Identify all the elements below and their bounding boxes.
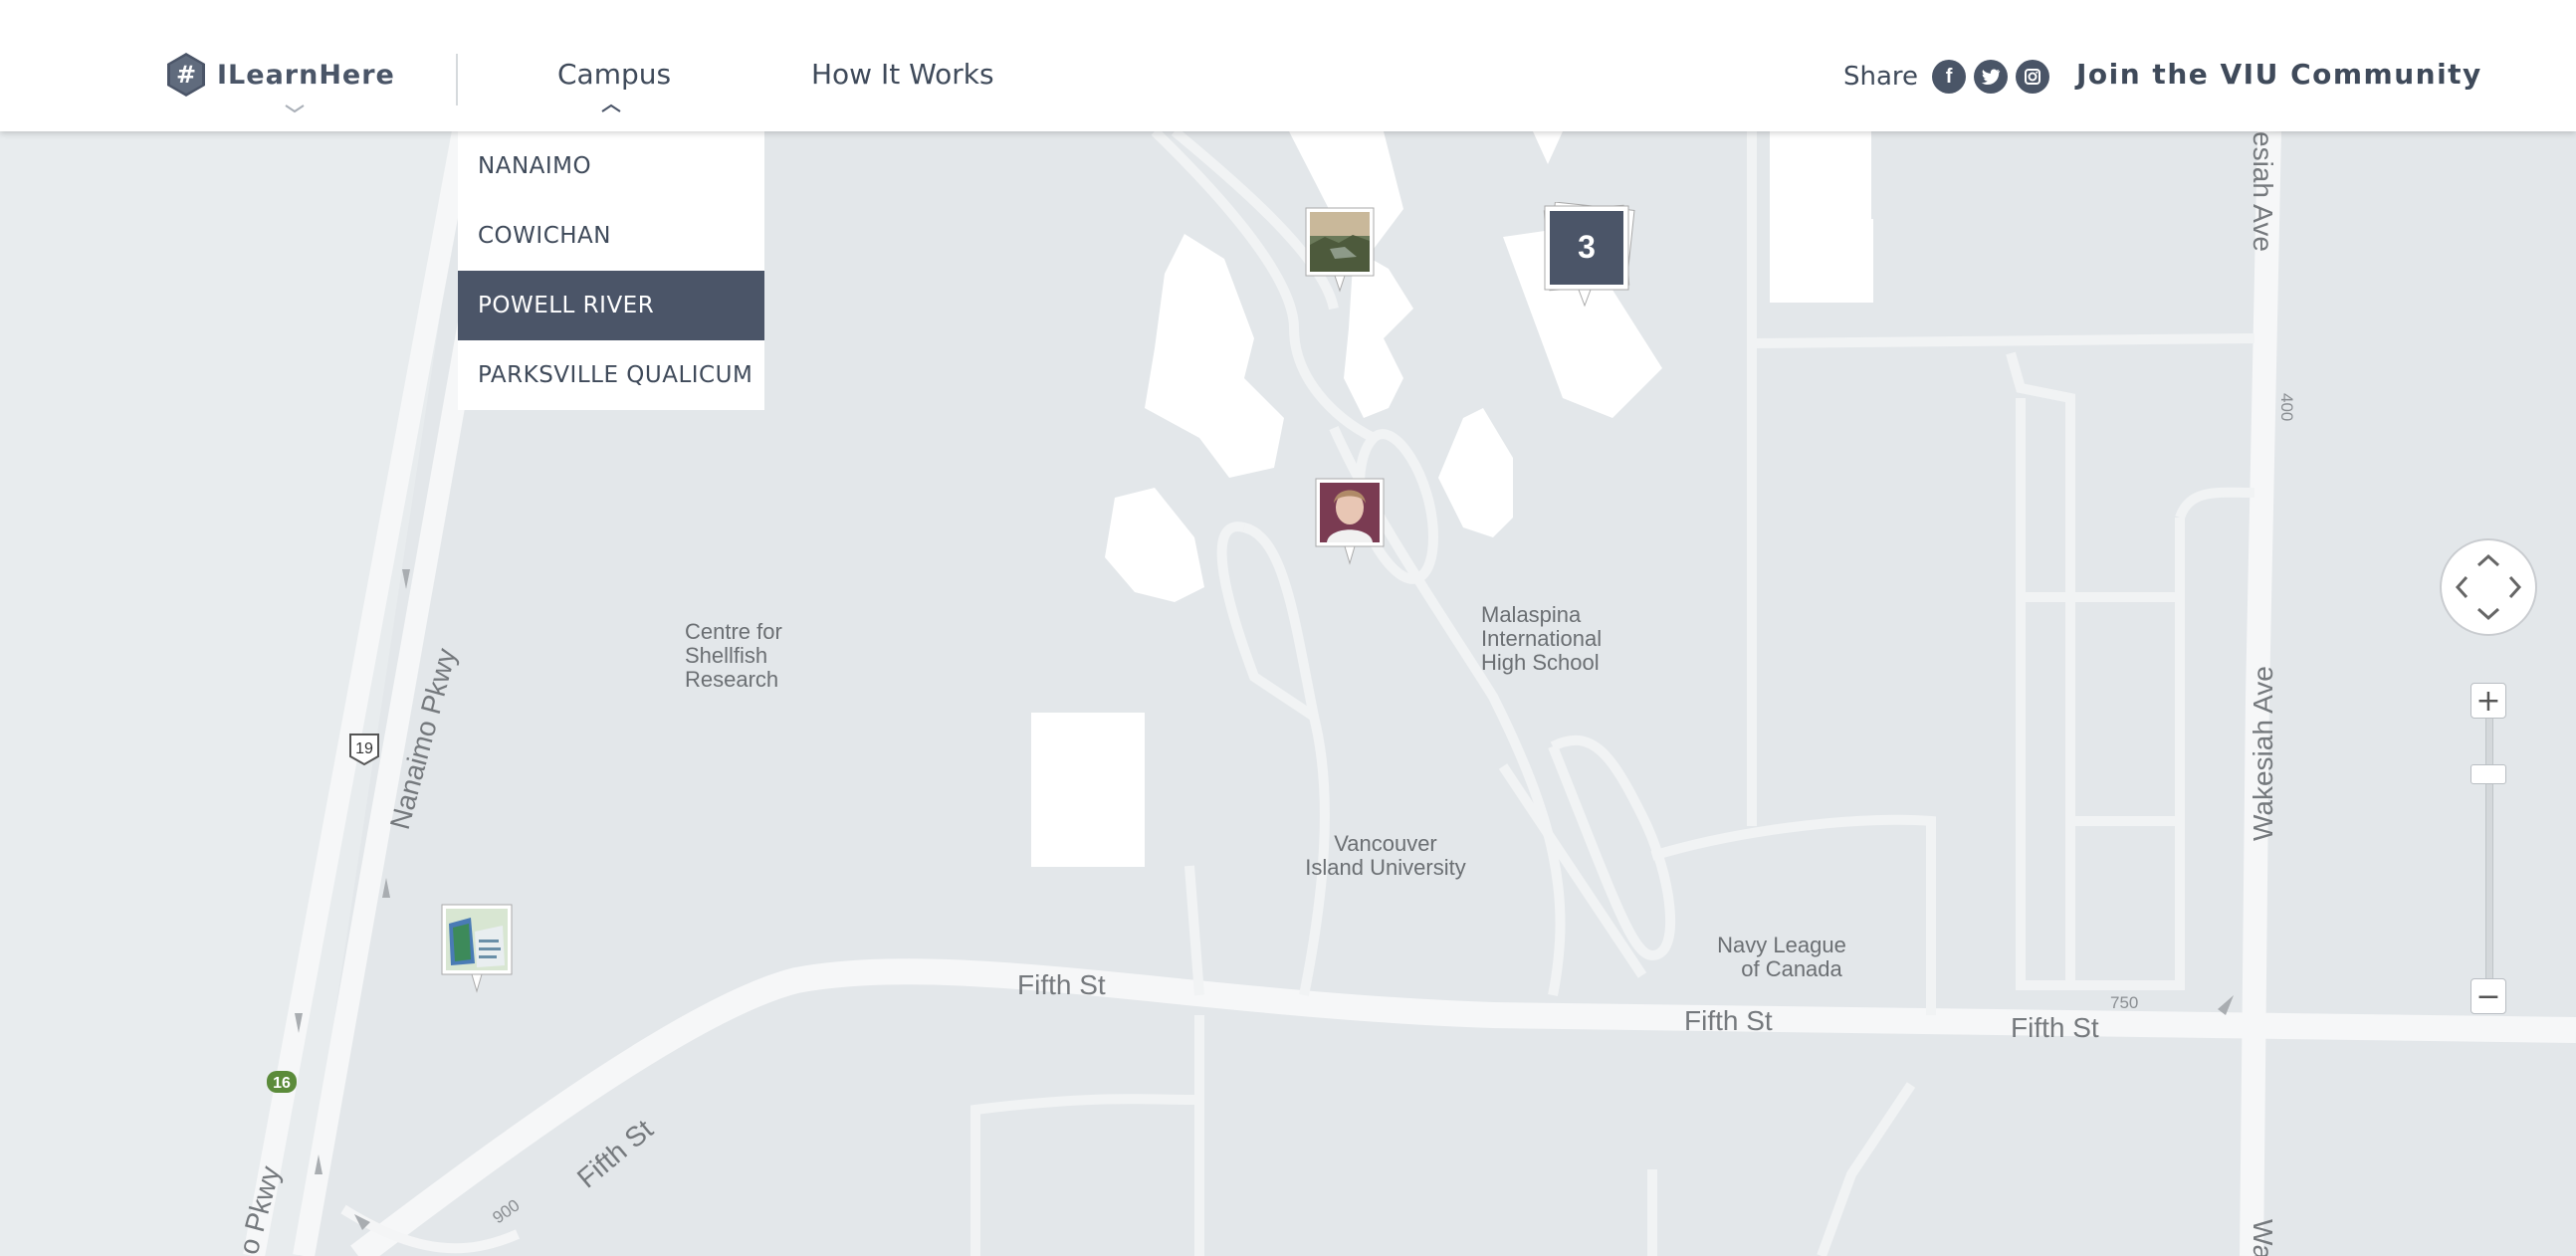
zoom-in-button[interactable]: + [2470, 683, 2506, 719]
map-label-centre-shellfish-2: Shellfish [685, 643, 767, 668]
map-label-malaspina: Malaspina [1481, 602, 1582, 627]
address-label-400: 400 [2277, 393, 2296, 421]
share-group: Share f [1843, 60, 2050, 94]
map-label-centre-shellfish: Centre for [685, 619, 782, 644]
map-label-malaspina-2: International [1481, 626, 1602, 651]
share-label: Share [1843, 62, 1919, 92]
photo-pin-landscape[interactable] [1305, 207, 1375, 298]
cluster-count: 3 [1578, 229, 1596, 265]
map-label-viu-2: Island University [1305, 855, 1465, 880]
map-label-centre-shellfish-3: Research [685, 667, 778, 692]
street-label-wakesiah-bottom: Wa [2248, 1219, 2278, 1256]
map-label-navy-league: Navy League [1717, 933, 1846, 957]
map-label-navy-league-2: of Canada [1741, 956, 1842, 981]
chevron-up-icon[interactable] [600, 104, 622, 113]
nav-how-it-works[interactable]: How It Works [811, 58, 994, 91]
photo-pin-cluster[interactable]: 3 [1541, 201, 1636, 316]
twitter-icon[interactable] [1974, 60, 2009, 94]
logo[interactable]: # ILearnHere [165, 52, 395, 98]
zoom-out-button[interactable]: − [2470, 978, 2506, 1014]
campus-item-powell-river[interactable]: POWELL RIVER [458, 271, 764, 340]
svg-text:#: # [176, 61, 196, 89]
site-header: # ILearnHere Campus How It Works Share f… [0, 0, 2576, 131]
nav-campus[interactable]: Campus [557, 58, 671, 91]
street-label-fifth-st-2: Fifth St [1684, 1005, 1773, 1036]
campus-dropdown: NANAIMO COWICHAN POWELL RIVER PARKSVILLE… [458, 131, 764, 410]
street-label-fifth-st-1: Fifth St [1017, 969, 1106, 1000]
chevron-down-icon[interactable] [284, 104, 306, 113]
photo-pin-portrait[interactable] [1315, 478, 1385, 570]
svg-text:19: 19 [355, 740, 373, 757]
instagram-icon[interactable] [2016, 60, 2050, 94]
map-label-viu: Vancouver [1334, 831, 1437, 856]
photo-pin-signage[interactable] [441, 904, 513, 998]
campus-item-nanaimo[interactable]: NANAIMO [458, 131, 764, 201]
header-divider [456, 54, 458, 105]
zoom-slider-track[interactable] [2485, 719, 2493, 979]
hashtag-logo-icon: # [167, 53, 205, 97]
map-label-malaspina-3: High School [1481, 650, 1600, 675]
campus-map[interactable]: Centre for Shellfish Research Malaspina … [0, 0, 2576, 1256]
facebook-icon[interactable]: f [1932, 60, 1967, 94]
route-16-shield-icon: 16 [267, 1071, 297, 1093]
campus-item-cowichan[interactable]: COWICHAN [458, 201, 764, 271]
street-label-wakesiah-ave: Wakesiah Ave [2248, 666, 2278, 841]
logo-text: ILearnHere [217, 59, 395, 91]
campus-item-parksville-qualicum[interactable]: PARKSVILLE QUALICUM [458, 340, 764, 410]
address-label-750: 750 [2110, 993, 2138, 1012]
zoom-slider-handle[interactable] [2470, 764, 2506, 784]
join-community-link[interactable]: Join the VIU Community [2076, 58, 2482, 91]
street-label-fifth-st-3: Fifth St [2011, 1012, 2099, 1043]
street-label-wakesiah-top: esiah Ave [2248, 131, 2278, 252]
svg-text:16: 16 [273, 1075, 291, 1092]
pan-control[interactable] [2439, 537, 2538, 637]
route-19-shield-icon: 19 [349, 733, 379, 766]
